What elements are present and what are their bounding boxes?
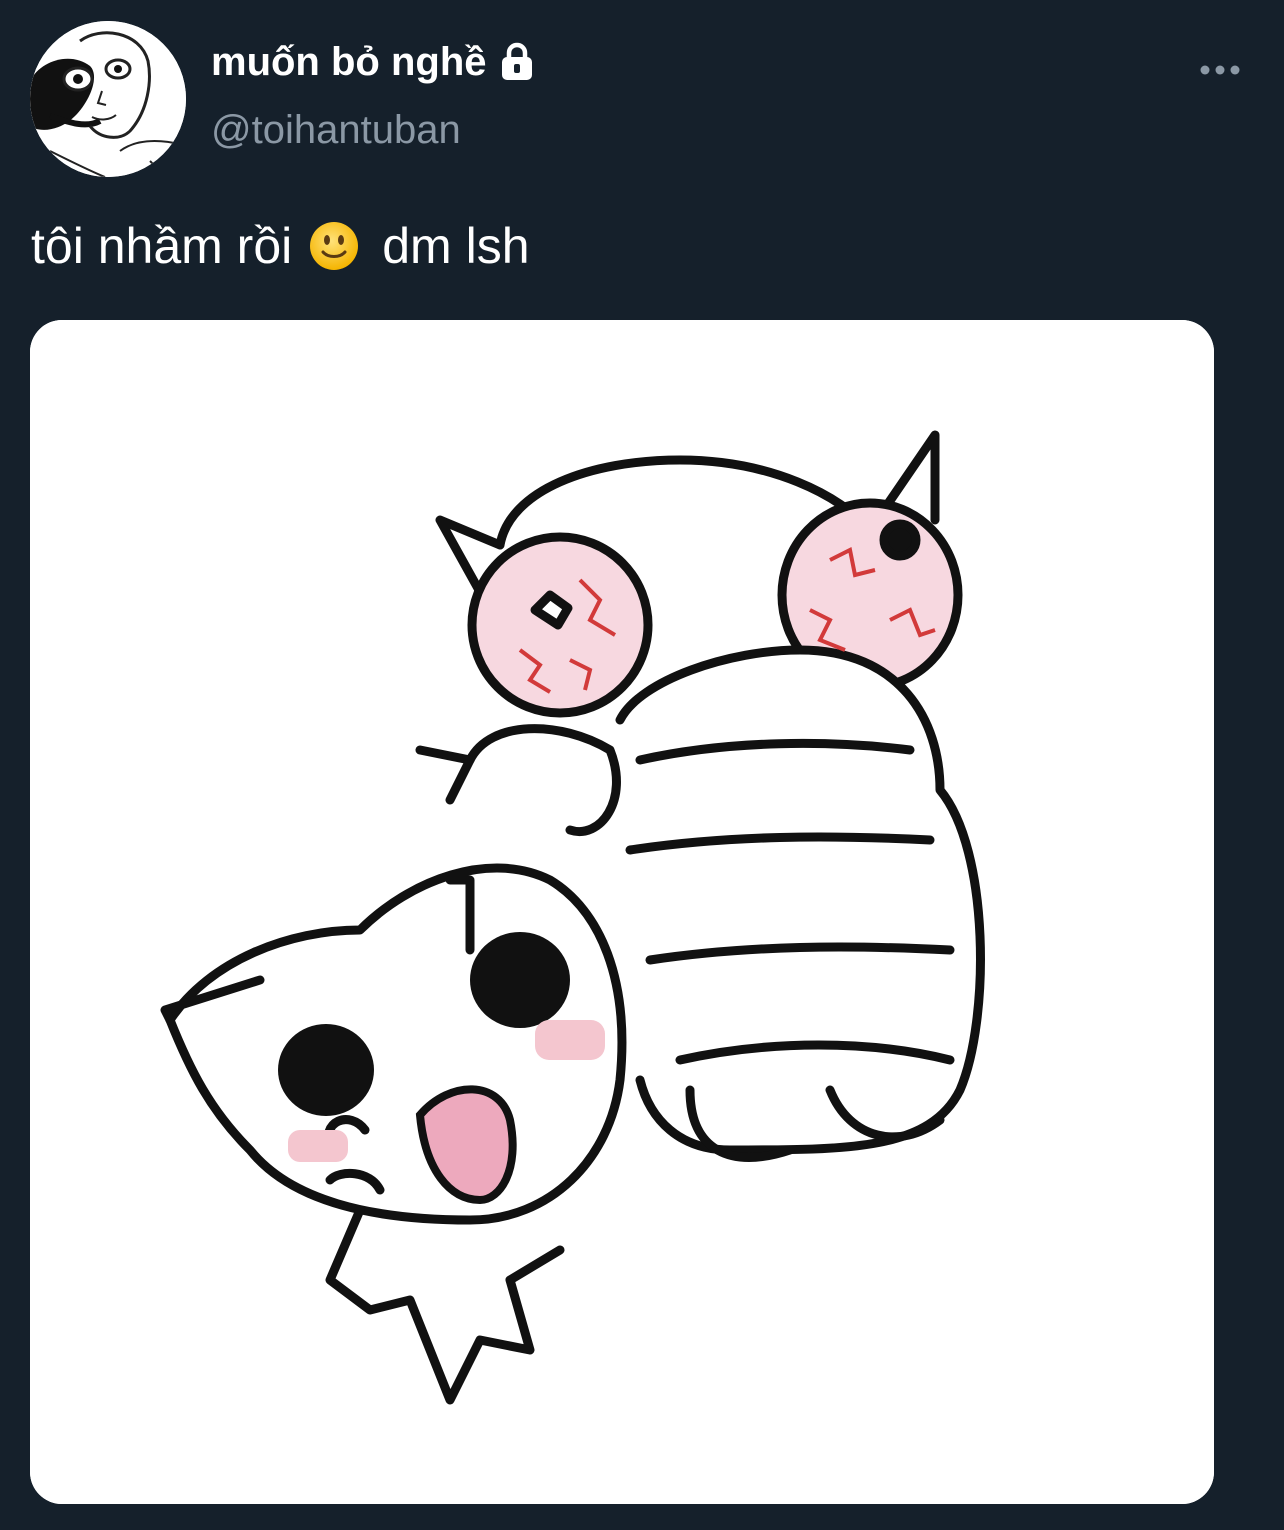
- slightly-smiling-face-icon: [308, 220, 360, 272]
- lock-icon: [495, 40, 539, 84]
- more-horizontal-icon[interactable]: [1196, 52, 1244, 88]
- tweet[interactable]: muốn bỏ nghề @toihantuban tôi nhầm rồi d…: [0, 0, 1284, 1530]
- cat-meme-illustration: [30, 320, 1214, 1504]
- tweet-text: tôi nhầm rồi dm lsh: [31, 216, 530, 276]
- author-name-row[interactable]: muốn bỏ nghề: [211, 38, 539, 86]
- author-handle[interactable]: @toihantuban: [211, 106, 461, 154]
- display-name[interactable]: muốn bỏ nghề: [211, 38, 487, 86]
- tweet-text-part-1: tôi nhầm rồi: [31, 218, 293, 274]
- tweet-media-image[interactable]: [30, 320, 1214, 1504]
- tweet-text-part-2: dm lsh: [382, 218, 530, 274]
- avatar[interactable]: [30, 21, 186, 177]
